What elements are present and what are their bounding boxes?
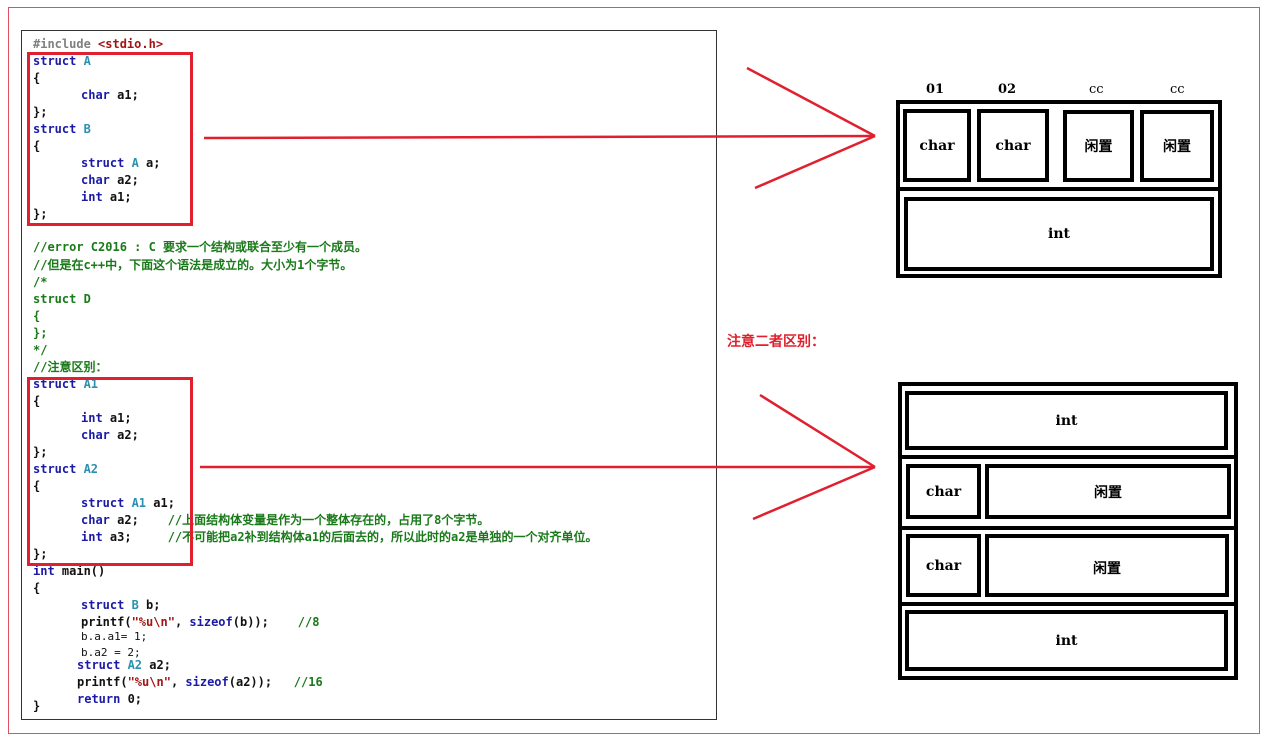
cell-padding: 闲置 (1140, 110, 1214, 182)
cell-char: char (903, 109, 971, 182)
byte-label: cc (1170, 82, 1185, 97)
cell-padding: 闲置 (985, 534, 1229, 597)
byte-label: cc (1089, 82, 1104, 97)
divider (896, 187, 1222, 191)
arrow-top-head-upper (746, 66, 876, 138)
arrow-bottom-head-lower (752, 465, 876, 521)
cell-padding: 闲置 (985, 464, 1231, 519)
arrow-top-head-lower (754, 134, 876, 190)
cell-int: int (904, 197, 1214, 271)
divider (898, 455, 1238, 459)
cell-int: int (905, 610, 1228, 671)
arrow-top-shaft (203, 134, 876, 140)
byte-label: 01 (926, 82, 945, 97)
divider (898, 602, 1238, 606)
divider (898, 526, 1238, 530)
difference-note: 注意二者区别： (727, 334, 825, 350)
cell-int: int (905, 391, 1228, 450)
cell-char: char (906, 534, 981, 597)
byte-label: 02 (998, 82, 1017, 97)
cell-padding: 闲置 (1063, 110, 1134, 182)
cell-char: char (906, 464, 981, 519)
arrow-bottom-head-upper (759, 393, 876, 469)
cell-char: char (977, 109, 1049, 182)
